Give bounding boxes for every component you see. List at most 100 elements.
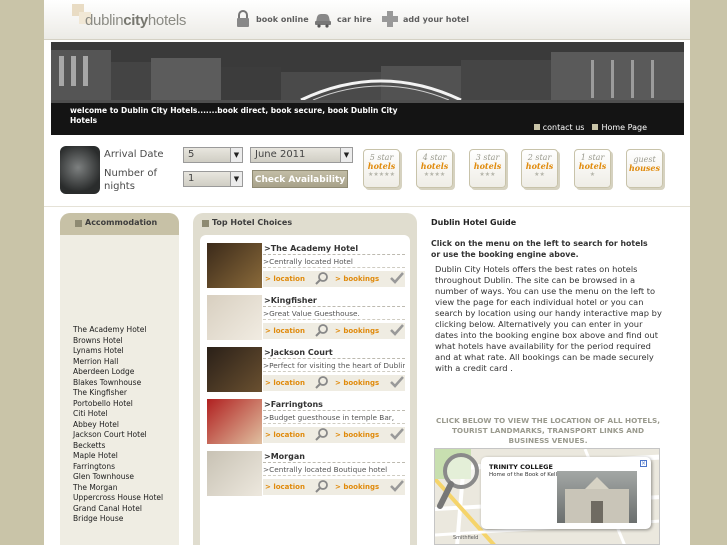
sidebar-hotel-link[interactable]: Aberdeen Lodge xyxy=(73,367,163,378)
hotel-thumbnail[interactable] xyxy=(207,347,262,392)
plus-icon xyxy=(382,11,398,27)
banner-welcome-text: welcome to Dublin City Hotels.......book… xyxy=(70,106,398,125)
arrival-month-select[interactable]: June 2011 ▼ xyxy=(250,147,353,163)
hotel-links: > location > bookings xyxy=(263,427,405,443)
hotel-thumbnail[interactable] xyxy=(207,243,262,288)
location-link[interactable]: > location xyxy=(265,275,305,283)
map-info-popup: TRINITY COLLEGE Home of the Book of Kell… xyxy=(481,457,651,529)
car-icon xyxy=(315,14,331,28)
sidebar-hotel-link[interactable]: Merrion Hall xyxy=(73,357,163,368)
location-label: location xyxy=(273,483,305,491)
arrival-day-select[interactable]: 5 ▼ xyxy=(183,147,243,163)
sidebar-hotel-link[interactable]: The Morgan xyxy=(73,483,163,494)
hotel-links: > location > bookings xyxy=(263,271,405,287)
banner-links: contact us Home Page xyxy=(533,123,647,132)
sidebar-hotel-link[interactable]: Grand Canal Hotel xyxy=(73,504,163,515)
nav-add-your-hotel[interactable]: add your hotel xyxy=(381,10,469,28)
sidebar-hotel-link[interactable]: Glen Townhouse xyxy=(73,472,163,483)
nav-car-hire[interactable]: car hire xyxy=(313,10,372,28)
hotel-card: >The Academy Hotel >Centrally located Hot… xyxy=(207,243,405,291)
location-label: location xyxy=(273,327,305,335)
sidebar-hotel-link[interactable]: Lynams Hotel xyxy=(73,346,163,357)
hotel-description: >Perfect for visiting the heart of Dubli… xyxy=(263,361,405,372)
hotel-card: >Kingfisher >Great Value Guesthouse. > loc… xyxy=(207,295,405,343)
location-link[interactable]: > location xyxy=(265,431,305,439)
lock-icon xyxy=(237,10,249,27)
location-label: location xyxy=(273,275,305,283)
map-caption[interactable]: CLICK BELOW TO VIEW THE LOCATION OF ALL … xyxy=(435,416,661,446)
hotel-thumbnail[interactable] xyxy=(207,451,262,496)
sidebar-hotel-link[interactable]: Citi Hotel xyxy=(73,409,163,420)
bookings-link[interactable]: > bookings xyxy=(335,483,379,491)
booking-engine: Arrival Date Number of nights 5 ▼ June 2… xyxy=(44,140,690,202)
hotel-name-link[interactable]: >The Academy Hotel xyxy=(263,243,405,255)
hotel-thumbnail[interactable] xyxy=(207,399,262,444)
chevron-down-icon: ▼ xyxy=(340,148,352,162)
home-page-link[interactable]: Home Page xyxy=(592,123,647,132)
checkmark-icon[interactable] xyxy=(390,271,404,285)
hotel-thumbnail[interactable] xyxy=(207,295,262,340)
location-link[interactable]: > location xyxy=(265,327,305,335)
sidebar-hotel-link[interactable]: Becketts xyxy=(73,441,163,452)
close-icon[interactable]: × xyxy=(640,460,647,467)
location-link[interactable]: > location xyxy=(265,483,305,491)
bookings-link[interactable]: > bookings xyxy=(335,275,379,283)
sidebar-hotel-link[interactable]: Uppercross House Hotel xyxy=(73,493,163,504)
magnifier-icon[interactable] xyxy=(315,375,329,389)
sidebar-hotel-link[interactable]: Farringtons xyxy=(73,462,163,473)
nights-select[interactable]: 1 ▼ xyxy=(183,171,243,187)
hotel-description: >Centrally located Boutique hotel xyxy=(263,465,405,476)
hotel-name-link[interactable]: >Morgan xyxy=(263,451,405,463)
hotel-card: >Morgan >Centrally located Boutique hotel… xyxy=(207,451,405,499)
star-icons: ★★★ xyxy=(479,171,496,178)
sidebar-hotel-link[interactable]: Abbey Hotel xyxy=(73,420,163,431)
square-bullet-icon xyxy=(533,124,540,130)
sidebar-hotel-link[interactable]: Maple Hotel xyxy=(73,451,163,462)
tab-guest-houses[interactable]: guest houses xyxy=(626,149,663,188)
checkmark-icon[interactable] xyxy=(390,427,404,441)
magnifier-icon[interactable] xyxy=(315,479,329,493)
location-label: location xyxy=(273,379,305,387)
hotel-name-link[interactable]: >Farringtons xyxy=(263,399,405,411)
hotel-name-link[interactable]: >Kingfisher xyxy=(263,295,405,307)
magnifier-icon[interactable] xyxy=(315,323,329,337)
star-icons: ★★★★★ xyxy=(368,171,395,178)
bookings-link[interactable]: > bookings xyxy=(335,431,379,439)
checkmark-icon[interactable] xyxy=(390,323,404,337)
site-logo[interactable]: dublincityhotels xyxy=(85,12,186,29)
nav-book-online[interactable]: book online xyxy=(234,10,309,28)
checkmark-icon[interactable] xyxy=(390,479,404,493)
sidebar-header: Accommodation xyxy=(60,213,179,235)
bookings-link[interactable]: > bookings xyxy=(335,327,379,335)
tab-4-star-hotels[interactable]: 4 star hotels ★★★★ xyxy=(416,149,453,188)
tab-1-star-hotels[interactable]: 1 star hotels ★ xyxy=(574,149,611,188)
sidebar-hotel-link[interactable]: The Academy Hotel xyxy=(73,325,163,336)
sidebar-hotel-link[interactable]: Blakes Townhouse xyxy=(73,378,163,389)
magnifier-icon[interactable] xyxy=(315,271,329,285)
interactive-map[interactable]: Smithfield TRINITY COLLEGE Home of the B… xyxy=(434,448,660,545)
bookings-label: bookings xyxy=(343,431,380,439)
tab-5-star-hotels[interactable]: 5 star hotels ★★★★★ xyxy=(363,149,400,188)
bookings-link[interactable]: > bookings xyxy=(335,379,379,387)
tab-word: hotels xyxy=(578,161,607,171)
location-link[interactable]: > location xyxy=(265,379,305,387)
check-availability-button[interactable]: Check Availability xyxy=(252,170,348,188)
hotel-name-link[interactable]: >Jackson Court xyxy=(263,347,405,359)
sidebar-hotel-link[interactable]: Bridge House xyxy=(73,514,163,525)
hotel-links: > location > bookings xyxy=(263,323,405,339)
booking-camera-icon xyxy=(60,146,100,194)
contact-us-link[interactable]: contact us xyxy=(533,123,584,132)
tab-2-star-hotels[interactable]: 2 star hotels ★★ xyxy=(521,149,558,188)
sidebar-hotel-link[interactable]: The Kingfisher xyxy=(73,388,163,399)
nav-car-hire-label: car hire xyxy=(337,14,372,24)
arrival-month-value: June 2011 xyxy=(255,149,306,160)
sidebar-hotel-link[interactable]: Jackson Court Hotel xyxy=(73,430,163,441)
magnifier-icon[interactable] xyxy=(315,427,329,441)
sidebar-hotel-link[interactable]: Browns Hotel xyxy=(73,336,163,347)
home-page-label: Home Page xyxy=(601,123,647,132)
popup-title: TRINITY COLLEGE xyxy=(489,463,553,471)
top-hotels-list: >The Academy Hotel >Centrally located Hot… xyxy=(200,235,410,545)
tab-3-star-hotels[interactable]: 3 star hotels ★★★ xyxy=(469,149,506,188)
checkmark-icon[interactable] xyxy=(390,375,404,389)
sidebar-hotel-link[interactable]: Portobello Hotel xyxy=(73,399,163,410)
